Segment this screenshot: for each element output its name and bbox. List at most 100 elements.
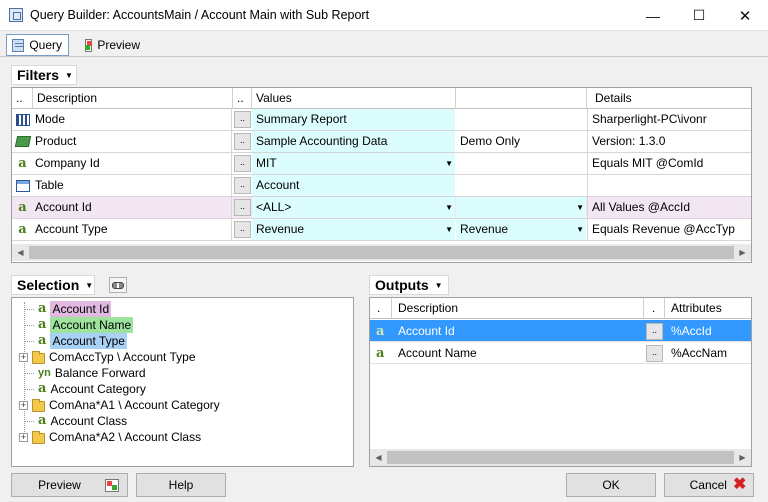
selection-title: Selection [17, 277, 80, 293]
filter-row-account-id[interactable]: a Account Id .. <ALL> ▼ ▼ All Values @Ac… [12, 197, 751, 219]
ok-button-label: OK [602, 478, 620, 492]
filter-extra-dropdown[interactable]: ▼ [456, 197, 586, 218]
outputs-horizontal-scrollbar[interactable]: ◀ ▶ [370, 449, 751, 466]
filter-row-company-id[interactable]: a Company Id .. MIT ▼ Equals MIT @ComId [12, 153, 751, 175]
tree-item-label: Account Id [50, 301, 112, 317]
tree-item-label: ComAna*A2 \ Account Class [49, 430, 202, 444]
tree-item-balance-forward[interactable]: yn Balance Forward [24, 365, 146, 381]
caret-down-icon: ▼ [576, 225, 584, 234]
filter-row-account-type[interactable]: a Account Type .. Revenue ▼ Revenue ▼ Eq… [12, 219, 751, 241]
caret-down-icon: ▼ [445, 225, 453, 234]
tab-query[interactable]: Query [6, 34, 69, 56]
filter-value-dropdown[interactable]: MIT ▼ [252, 153, 455, 174]
scroll-thumb[interactable] [29, 246, 734, 259]
scroll-thumb[interactable] [387, 451, 734, 464]
field-a-icon: a [38, 301, 47, 316]
filter-ellipsis-button[interactable]: .. [234, 133, 251, 150]
tree-folder-comana-a1[interactable]: + ComAna*A1 \ Account Category [19, 397, 220, 413]
tree-item-account-type[interactable]: a Account Type [24, 333, 127, 349]
filter-value[interactable]: Sample Accounting Data [252, 131, 455, 152]
outputs-grid-header: . Description . Attributes [370, 298, 751, 319]
ok-button[interactable]: OK [566, 473, 656, 497]
maximize-button[interactable]: ☐ [676, 0, 722, 31]
filter-details: Version: 1.3.0 [587, 131, 751, 152]
field-a-icon: a [18, 222, 27, 237]
preview-button[interactable]: Preview [11, 473, 128, 497]
col-description[interactable]: Description [392, 298, 644, 319]
output-ellipsis-button[interactable]: .. [646, 345, 663, 362]
tab-preview-label: Preview [97, 38, 140, 52]
tree-item-account-name[interactable]: a Account Name [24, 317, 134, 333]
minimize-button[interactable]: — [630, 0, 676, 31]
close-button[interactable]: ✕ [722, 0, 768, 31]
outputs-menu-button[interactable]: Outputs ▼ [369, 275, 449, 295]
tree-folder-comana-a2[interactable]: + ComAna*A2 \ Account Class [19, 429, 201, 445]
expand-icon[interactable]: + [19, 432, 28, 442]
filter-description: Table [33, 175, 232, 196]
filter-value[interactable]: Account [252, 175, 455, 196]
expand-icon[interactable]: + [19, 400, 28, 410]
help-button[interactable]: Help [136, 473, 226, 497]
caret-down-icon: ▼ [445, 203, 453, 212]
window-title: Query Builder: AccountsMain / Account Ma… [30, 8, 370, 22]
filter-value-dropdown[interactable]: <ALL> ▼ [252, 197, 455, 218]
output-row-account-id[interactable]: a Account Id .. %AccId [370, 320, 751, 342]
tab-preview[interactable]: Preview [80, 34, 146, 56]
output-row-account-name[interactable]: a Account Name .. %AccNam [370, 342, 751, 364]
scroll-right-icon[interactable]: ▶ [734, 449, 751, 466]
col-details[interactable]: Details [587, 88, 751, 109]
cancel-button[interactable]: Cancel ✖ [664, 473, 754, 497]
folder-icon [32, 350, 45, 364]
tree-item-label: Account Type [50, 333, 127, 349]
filter-extra: Demo Only [460, 134, 521, 148]
table-icon [15, 179, 30, 192]
tree-item-label: Account Category [50, 382, 146, 396]
filter-value-dropdown[interactable]: Revenue ▼ [252, 219, 455, 240]
preview-icon [104, 478, 119, 492]
filter-details: Equals Revenue @AccTyp [587, 219, 751, 240]
selection-tree: a Account Id a Account Name a Account Ty… [11, 297, 354, 467]
filter-extra-dropdown[interactable]: Revenue ▼ [456, 219, 586, 240]
outputs-title: Outputs [375, 277, 429, 293]
filter-ellipsis-button[interactable]: .. [234, 111, 251, 128]
col-description[interactable]: Description [33, 88, 233, 109]
output-description: Account Name [398, 346, 477, 360]
output-ellipsis-button[interactable]: .. [646, 323, 663, 340]
scroll-left-icon[interactable]: ◀ [12, 244, 29, 261]
filter-ellipsis-button[interactable]: .. [234, 177, 251, 194]
preview-icon [85, 38, 93, 52]
filter-ellipsis-button[interactable]: .. [234, 199, 251, 216]
filter-extra [456, 153, 586, 174]
tree-item-account-id[interactable]: a Account Id [24, 301, 112, 317]
col-marker: .. [12, 88, 33, 109]
tree-item-account-class[interactable]: a Account Class [24, 413, 127, 429]
binoculars-icon [112, 281, 124, 289]
filter-ellipsis-button[interactable]: .. [234, 155, 251, 172]
filter-value[interactable]: Summary Report [252, 109, 455, 130]
filter-row-product[interactable]: Product .. Sample Accounting Data Demo O… [12, 131, 751, 153]
filters-menu-button[interactable]: Filters ▼ [11, 65, 77, 85]
tree-folder-comacctyp[interactable]: + ComAccTyp \ Account Type [19, 349, 196, 365]
mode-icon [15, 113, 30, 126]
filter-row-mode[interactable]: Mode .. Summary Report Sharperlight-PC\i… [12, 109, 751, 131]
caret-down-icon: ▼ [65, 70, 73, 80]
col-values[interactable]: Values [252, 88, 456, 109]
filters-horizontal-scrollbar[interactable]: ◀ ▶ [12, 244, 751, 261]
filter-row-table[interactable]: Table .. Account [12, 175, 751, 197]
filter-details: All Values @AccId [587, 197, 751, 218]
scroll-right-icon[interactable]: ▶ [734, 244, 751, 261]
filter-ellipsis-button[interactable]: .. [234, 221, 251, 238]
caret-down-icon: ▼ [576, 203, 584, 212]
find-button[interactable] [109, 277, 127, 293]
col-marker: . [370, 298, 392, 319]
tree-item-label: ComAna*A1 \ Account Category [49, 398, 220, 412]
filter-description: Account Type [33, 219, 232, 240]
expand-icon[interactable]: + [19, 352, 28, 362]
query-icon [12, 38, 25, 52]
scroll-left-icon[interactable]: ◀ [370, 449, 387, 466]
selection-menu-button[interactable]: Selection ▼ [11, 275, 95, 295]
field-a-icon: a [376, 324, 385, 339]
tree-item-account-category[interactable]: a Account Category [24, 381, 146, 397]
col-attributes[interactable]: Attributes [665, 298, 751, 319]
output-attributes: %AccNam [671, 346, 728, 360]
